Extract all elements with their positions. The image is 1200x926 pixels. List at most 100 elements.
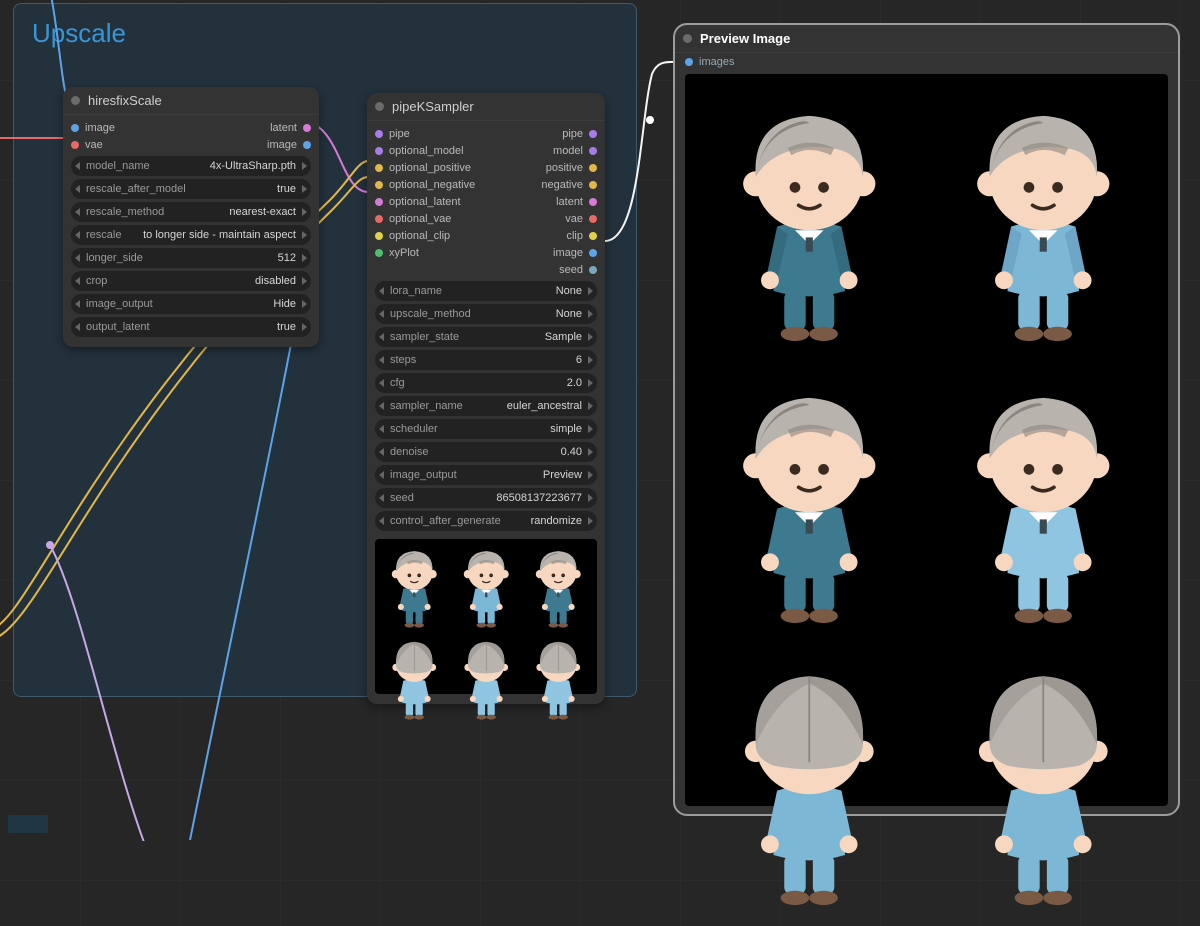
port-model-in[interactable]: [375, 147, 383, 155]
node-preview-image[interactable]: Preview Image images: [673, 23, 1180, 816]
collapse-icon[interactable]: [71, 96, 80, 105]
chevron-left-icon[interactable]: [75, 254, 80, 262]
widget-scheduler[interactable]: schedulersimple: [375, 419, 597, 439]
widget-crop[interactable]: cropdisabled: [71, 271, 311, 291]
chevron-right-icon[interactable]: [302, 300, 307, 308]
thumbnail-grid: [375, 539, 597, 694]
chevron-left-icon[interactable]: [379, 379, 384, 387]
output-label: latent: [556, 196, 583, 208]
chevron-right-icon[interactable]: [302, 185, 307, 193]
port-latent-in[interactable]: [375, 198, 383, 206]
chevron-left-icon[interactable]: [379, 494, 384, 502]
port-vae-in[interactable]: [375, 215, 383, 223]
chevron-right-icon[interactable]: [588, 494, 593, 502]
widget-lora-name[interactable]: lora_nameNone: [375, 281, 597, 301]
port-clip-out[interactable]: [589, 232, 597, 240]
port-xyplot-in[interactable]: [375, 249, 383, 257]
chevron-left-icon[interactable]: [379, 356, 384, 364]
chevron-left-icon[interactable]: [75, 231, 80, 239]
chevron-right-icon[interactable]: [588, 425, 593, 433]
chevron-right-icon[interactable]: [588, 356, 593, 364]
port-clip-in[interactable]: [375, 232, 383, 240]
port-vae-in[interactable]: [71, 141, 79, 149]
port-negative-out[interactable]: [589, 181, 597, 189]
chevron-right-icon[interactable]: [588, 517, 593, 525]
output-label: image: [553, 247, 583, 259]
port-model-out[interactable]: [589, 147, 597, 155]
port-positive-out[interactable]: [589, 164, 597, 172]
chevron-left-icon[interactable]: [379, 471, 384, 479]
widget-model-name[interactable]: model_name4x-UltraSharp.pth: [71, 156, 311, 176]
thumb-front-2: [451, 543, 521, 633]
chevron-right-icon[interactable]: [588, 471, 593, 479]
port-latent-out[interactable]: [303, 124, 311, 132]
chevron-left-icon[interactable]: [75, 277, 80, 285]
chevron-right-icon[interactable]: [302, 208, 307, 216]
widget-sampler-state[interactable]: sampler_stateSample: [375, 327, 597, 347]
port-image-out[interactable]: [303, 141, 311, 149]
chevron-right-icon[interactable]: [302, 254, 307, 262]
chevron-right-icon[interactable]: [302, 277, 307, 285]
widget-rescale-after-model[interactable]: rescale_after_modeltrue: [71, 179, 311, 199]
widget-denoise[interactable]: denoise0.40: [375, 442, 597, 462]
port-pipe-out[interactable]: [589, 130, 597, 138]
widget-steps[interactable]: steps6: [375, 350, 597, 370]
input-label: optional_latent: [389, 196, 461, 208]
port-images-in[interactable]: [685, 58, 693, 66]
port-seed-out[interactable]: [589, 266, 597, 274]
node-header[interactable]: Preview Image: [675, 25, 1178, 53]
chevron-left-icon[interactable]: [75, 185, 80, 193]
chevron-left-icon[interactable]: [379, 310, 384, 318]
chevron-left-icon[interactable]: [75, 162, 80, 170]
widget-rescale[interactable]: rescaleto longer side - maintain aspect: [71, 225, 311, 245]
port-latent-out[interactable]: [589, 198, 597, 206]
chevron-left-icon[interactable]: [379, 287, 384, 295]
port-vae-out[interactable]: [589, 215, 597, 223]
chevron-right-icon[interactable]: [588, 287, 593, 295]
node-pipeksampler[interactable]: pipeKSampler pipepipe optional_modelmode…: [367, 93, 605, 704]
node-header[interactable]: pipeKSampler: [367, 93, 605, 121]
widget-image-output[interactable]: image_outputPreview: [375, 465, 597, 485]
chevron-right-icon[interactable]: [588, 402, 593, 410]
widget-upscale-method[interactable]: upscale_methodNone: [375, 304, 597, 324]
chevron-left-icon[interactable]: [379, 402, 384, 410]
chevron-left-icon[interactable]: [379, 448, 384, 456]
widget-cfg[interactable]: cfg2.0: [375, 373, 597, 393]
widget-image-output[interactable]: image_outputHide: [71, 294, 311, 314]
chevron-right-icon[interactable]: [588, 379, 593, 387]
port-positive-in[interactable]: [375, 164, 383, 172]
widget-seed[interactable]: seed86508137223677: [375, 488, 597, 508]
input-label: pipe: [389, 128, 410, 140]
chevron-right-icon[interactable]: [302, 231, 307, 239]
widget-control-after-generate[interactable]: control_after_generaterandomize: [375, 511, 597, 531]
output-label: positive: [546, 162, 583, 174]
output-label: clip: [566, 230, 583, 242]
chevron-left-icon[interactable]: [379, 517, 384, 525]
chevron-right-icon[interactable]: [302, 162, 307, 170]
preview-back-2: [929, 648, 1159, 926]
chevron-left-icon[interactable]: [75, 208, 80, 216]
port-image-out[interactable]: [589, 249, 597, 257]
input-label: optional_vae: [389, 213, 451, 225]
widget-output-latent[interactable]: output_latenttrue: [71, 317, 311, 337]
chevron-left-icon[interactable]: [379, 425, 384, 433]
widget-rescale-method[interactable]: rescale_methodnearest-exact: [71, 202, 311, 222]
chevron-right-icon[interactable]: [302, 323, 307, 331]
preview-front-1: [695, 84, 925, 362]
port-pipe-in[interactable]: [375, 130, 383, 138]
widget-longer-side[interactable]: longer_side512: [71, 248, 311, 268]
chevron-left-icon[interactable]: [75, 323, 80, 331]
chevron-left-icon[interactable]: [379, 333, 384, 341]
chevron-right-icon[interactable]: [588, 333, 593, 341]
port-image-in[interactable]: [71, 124, 79, 132]
collapse-icon[interactable]: [683, 34, 692, 43]
chevron-left-icon[interactable]: [75, 300, 80, 308]
node-header[interactable]: hiresfixScale: [63, 87, 319, 115]
widget-sampler-name[interactable]: sampler_nameeuler_ancestral: [375, 396, 597, 416]
group-title: Upscale: [14, 4, 636, 63]
port-negative-in[interactable]: [375, 181, 383, 189]
chevron-right-icon[interactable]: [588, 310, 593, 318]
collapse-icon[interactable]: [375, 102, 384, 111]
chevron-right-icon[interactable]: [588, 448, 593, 456]
node-hiresfixscale[interactable]: hiresfixScale image latent vae image mod…: [63, 87, 319, 347]
